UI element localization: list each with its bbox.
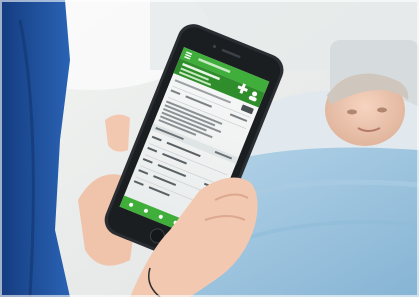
hospital-photo bbox=[0, 0, 419, 297]
photo-scene bbox=[0, 0, 419, 297]
nurse-uniform bbox=[0, 0, 70, 297]
